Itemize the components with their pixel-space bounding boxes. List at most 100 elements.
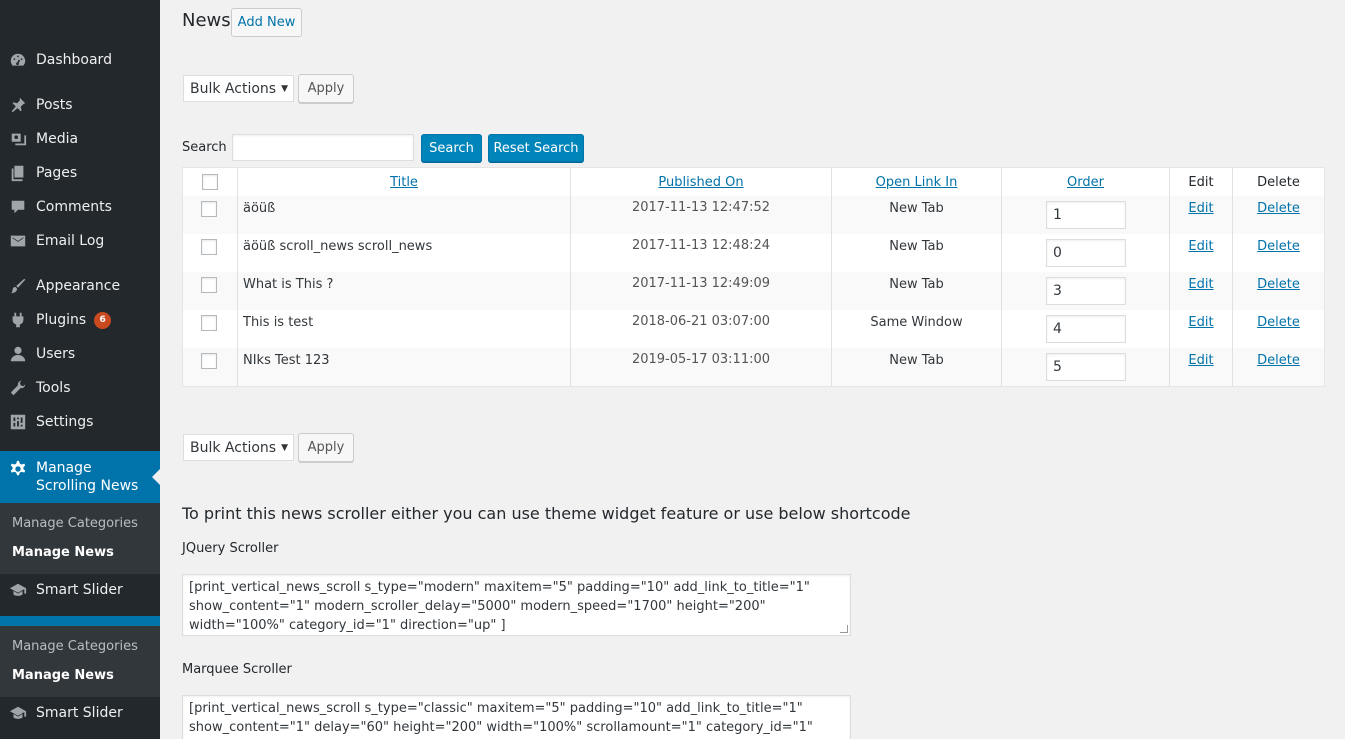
- sort-title-link[interactable]: Title: [390, 175, 418, 190]
- row-order-input[interactable]: 5: [1046, 353, 1126, 381]
- row-title-cell: NIks Test 123: [238, 348, 571, 386]
- row-edit-link[interactable]: Edit: [1170, 315, 1232, 330]
- gear-icon: [8, 459, 28, 479]
- row-title-cell: What is This ?: [238, 272, 571, 310]
- menu-pages[interactable]: Pages: [0, 156, 160, 190]
- row-delete-link[interactable]: Delete: [1233, 277, 1324, 292]
- row-edit-cell: Edit: [1170, 348, 1233, 386]
- apply-button[interactable]: Apply: [298, 74, 354, 103]
- menu-tools-label: Tools: [36, 380, 71, 396]
- row-open-cell: New Tab: [832, 272, 1002, 310]
- row-open-cell: New Tab: [832, 196, 1002, 234]
- bulk-actions-select[interactable]: Bulk Actions ▼: [183, 75, 294, 102]
- row-published-cell: 2018-06-21 03:07:00: [571, 310, 832, 348]
- menu-settings[interactable]: Settings: [0, 405, 160, 439]
- table-row: NIks Test 123 2019-05-17 03:11:00 New Ta…: [183, 348, 1324, 386]
- row-order-input[interactable]: 4: [1046, 315, 1126, 343]
- menu-email-log[interactable]: Email Log: [0, 224, 160, 258]
- row-published-cell: 2017-11-13 12:48:24: [571, 234, 832, 272]
- jquery-scroller-label: JQuery Scroller: [182, 541, 279, 556]
- wrench-icon: [8, 378, 28, 398]
- header-delete-cell: Delete: [1233, 168, 1324, 196]
- row-title: NIks Test 123: [243, 353, 330, 368]
- row-checkbox[interactable]: [201, 353, 217, 369]
- page-title: News: [182, 10, 231, 31]
- comment-icon: [8, 197, 28, 217]
- graduation-cap-icon: [8, 703, 28, 723]
- row-edit-link[interactable]: Edit: [1170, 201, 1232, 216]
- row-edit-cell: Edit: [1170, 310, 1233, 348]
- sort-order-link[interactable]: Order: [1067, 175, 1104, 190]
- menu-dashboard-label: Dashboard: [36, 52, 112, 68]
- active-indicator-strip: [0, 616, 160, 626]
- header-edit-label: Edit: [1188, 174, 1214, 190]
- row-checkbox[interactable]: [201, 239, 217, 255]
- row-open-link-in: New Tab: [889, 239, 944, 254]
- row-published-cell: 2017-11-13 12:47:52: [571, 196, 832, 234]
- add-new-button[interactable]: Add New: [231, 8, 302, 37]
- row-checkbox[interactable]: [201, 277, 217, 293]
- row-order-input[interactable]: 0: [1046, 239, 1126, 267]
- menu-manage-scrolling-news[interactable]: Manage Scrolling News: [0, 451, 160, 503]
- row-delete-link[interactable]: Delete: [1233, 201, 1324, 216]
- row-edit-cell: Edit: [1170, 272, 1233, 310]
- row-checkbox-cell: [183, 272, 238, 310]
- menu-comments[interactable]: Comments: [0, 190, 160, 224]
- menu-smart-slider-2[interactable]: Smart Slider: [0, 696, 160, 730]
- marquee-scroller-label: Marquee Scroller: [182, 662, 292, 677]
- row-delete-link[interactable]: Delete: [1233, 315, 1324, 330]
- pushpin-icon: [8, 95, 28, 115]
- submenu-manage-news[interactable]: Manage News: [0, 538, 160, 567]
- menu-smart-slider-label-2: Smart Slider: [36, 705, 123, 721]
- header-title-cell: Title: [238, 168, 571, 196]
- reset-search-button[interactable]: Reset Search: [488, 134, 584, 162]
- marquee-shortcode-textarea[interactable]: [print_vertical_news_scroll s_type="clas…: [182, 695, 851, 739]
- row-title-cell: äöüß: [238, 196, 571, 234]
- sort-published-link[interactable]: Published On: [658, 175, 743, 190]
- jquery-shortcode-textarea[interactable]: [print_vertical_news_scroll s_type="mode…: [182, 574, 851, 636]
- submenu-manage-categories[interactable]: Manage Categories: [0, 509, 160, 538]
- active-menu-pointer: [152, 469, 160, 485]
- menu-tools[interactable]: Tools: [0, 371, 160, 405]
- row-edit-link[interactable]: Edit: [1170, 239, 1232, 254]
- row-delete-cell: Delete: [1233, 310, 1324, 348]
- menu-appearance[interactable]: Appearance: [0, 269, 160, 303]
- row-order-cell: 5: [1002, 348, 1170, 386]
- row-title-cell: This is test: [238, 310, 571, 348]
- row-title: This is test: [243, 315, 314, 330]
- bulk-actions-select-bottom[interactable]: Bulk Actions ▼: [183, 434, 294, 461]
- menu-media[interactable]: Media: [0, 122, 160, 156]
- row-delete-link[interactable]: Delete: [1233, 239, 1324, 254]
- row-checkbox[interactable]: [201, 315, 217, 331]
- menu-plugins[interactable]: Plugins 6: [0, 303, 160, 337]
- row-edit-cell: Edit: [1170, 196, 1233, 234]
- search-button[interactable]: Search: [421, 134, 482, 162]
- row-open-cell: New Tab: [832, 348, 1002, 386]
- news-table: Title Published On Open Link In Order Ed…: [182, 167, 1325, 387]
- row-checkbox-cell: [183, 348, 238, 386]
- row-order-input[interactable]: 3: [1046, 277, 1126, 305]
- apply-button-bottom[interactable]: Apply: [298, 433, 354, 462]
- menu-manage-scrolling-news-label: Manage Scrolling News: [36, 460, 139, 494]
- menu-dashboard[interactable]: Dashboard: [0, 43, 160, 77]
- row-order-input[interactable]: 1: [1046, 201, 1126, 229]
- row-delete-cell: Delete: [1233, 348, 1324, 386]
- settings-sliders-icon: [8, 412, 28, 432]
- search-input[interactable]: [232, 134, 414, 161]
- select-all-checkbox[interactable]: [202, 174, 218, 190]
- menu-posts[interactable]: Posts: [0, 88, 160, 122]
- submenu-manage-news-2[interactable]: Manage News: [0, 661, 160, 690]
- row-checkbox-cell: [183, 234, 238, 272]
- table-row: What is This ? 2017-11-13 12:49:09 New T…: [183, 272, 1324, 310]
- row-edit-cell: Edit: [1170, 234, 1233, 272]
- submenu-manage-categories-2[interactable]: Manage Categories: [0, 632, 160, 661]
- row-delete-link[interactable]: Delete: [1233, 353, 1324, 368]
- resize-handle-icon[interactable]: [840, 625, 848, 633]
- sort-open-link-link[interactable]: Open Link In: [876, 175, 958, 190]
- row-edit-link[interactable]: Edit: [1170, 277, 1232, 292]
- row-edit-link[interactable]: Edit: [1170, 353, 1232, 368]
- menu-users[interactable]: Users: [0, 337, 160, 371]
- menu-posts-label: Posts: [36, 97, 73, 113]
- row-checkbox[interactable]: [201, 201, 217, 217]
- menu-smart-slider[interactable]: Smart Slider: [0, 573, 160, 607]
